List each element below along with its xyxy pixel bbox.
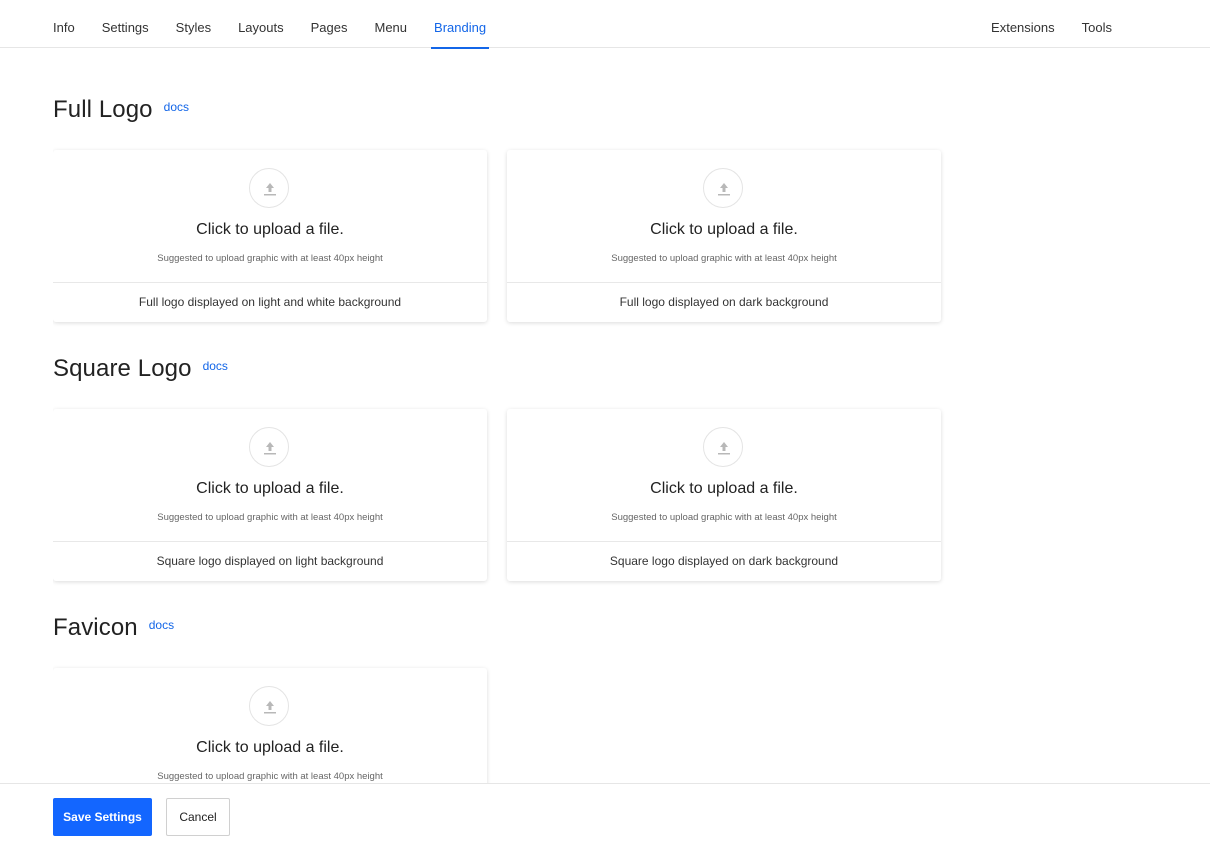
upload-hint: Suggested to upload graphic with at leas… [611, 512, 837, 523]
section-full-logo: Full Logo docs Click to upload a file. S… [53, 96, 943, 322]
upload-icon [703, 427, 743, 467]
card-caption: Square logo displayed on light backgroun… [156, 554, 384, 568]
upload-card-full-logo-dark[interactable]: Click to upload a file. Suggested to upl… [507, 150, 941, 322]
docs-link[interactable]: docs [149, 618, 174, 632]
upload-hint: Suggested to upload graphic with at leas… [157, 253, 383, 264]
nav-left-group: Info Settings Styles Layouts Pages Menu … [53, 0, 513, 49]
section-header: Square Logo docs [53, 355, 943, 385]
tab-branding[interactable]: Branding [431, 0, 490, 49]
upload-hint: Suggested to upload graphic with at leas… [611, 253, 837, 264]
upload-dropzone[interactable]: Click to upload a file. Suggested to upl… [53, 150, 487, 283]
upload-dropzone[interactable]: Click to upload a file. Suggested to upl… [507, 409, 941, 542]
card-caption: Full logo displayed on light and white b… [138, 295, 402, 309]
section-title: Square Logo [53, 355, 192, 382]
footer-actions: Save Settings Cancel [0, 783, 1210, 844]
upload-dropzone[interactable]: Click to upload a file. Suggested to upl… [53, 668, 487, 783]
tab-pages[interactable]: Pages [311, 0, 348, 48]
cancel-button[interactable]: Cancel [166, 798, 230, 836]
nav-right-group: Extensions Tools [964, 0, 1112, 48]
section-square-logo: Square Logo docs Click to upload a file.… [53, 355, 943, 581]
upload-title: Click to upload a file. [196, 739, 344, 756]
tab-tools[interactable]: Tools [1082, 0, 1112, 48]
card-caption: Square logo displayed on dark background [609, 554, 839, 568]
section-title: Full Logo [53, 96, 153, 123]
card-caption: Full logo displayed on dark background [619, 295, 829, 309]
upload-dropzone[interactable]: Click to upload a file. Suggested to upl… [507, 150, 941, 283]
upload-cards: Click to upload a file. Suggested to upl… [53, 150, 961, 322]
tab-info[interactable]: Info [53, 0, 75, 48]
upload-title: Click to upload a file. [196, 480, 344, 497]
upload-icon [249, 427, 289, 467]
upload-cards: Click to upload a file. Suggested to upl… [53, 409, 961, 581]
save-settings-button[interactable]: Save Settings [53, 798, 152, 836]
upload-card-square-logo-dark[interactable]: Click to upload a file. Suggested to upl… [507, 409, 941, 581]
tab-menu[interactable]: Menu [375, 0, 408, 48]
section-header: Favicon docs [53, 614, 943, 644]
upload-icon [703, 168, 743, 208]
branding-content: Full Logo docs Click to upload a file. S… [53, 48, 1153, 783]
upload-title: Click to upload a file. [650, 480, 798, 497]
section-favicon: Favicon docs Click to upload a file. Sug… [53, 614, 943, 783]
docs-link[interactable]: docs [164, 100, 189, 114]
section-header: Full Logo docs [53, 96, 943, 126]
upload-card-square-logo-light[interactable]: Click to upload a file. Suggested to upl… [53, 409, 487, 581]
upload-title: Click to upload a file. [196, 221, 344, 238]
upload-icon [249, 686, 289, 726]
docs-link[interactable]: docs [203, 359, 228, 373]
tab-layouts[interactable]: Layouts [238, 0, 284, 48]
top-navigation: Info Settings Styles Layouts Pages Menu … [0, 0, 1210, 49]
upload-hint: Suggested to upload graphic with at leas… [157, 771, 383, 782]
tab-settings[interactable]: Settings [102, 0, 149, 48]
upload-hint: Suggested to upload graphic with at leas… [157, 512, 383, 523]
upload-card-full-logo-light[interactable]: Click to upload a file. Suggested to upl… [53, 150, 487, 322]
upload-dropzone[interactable]: Click to upload a file. Suggested to upl… [53, 409, 487, 542]
upload-cards: Click to upload a file. Suggested to upl… [53, 668, 507, 783]
upload-title: Click to upload a file. [650, 221, 798, 238]
section-title: Favicon [53, 614, 138, 641]
tab-extensions[interactable]: Extensions [991, 0, 1055, 48]
upload-icon [249, 168, 289, 208]
upload-card-favicon[interactable]: Click to upload a file. Suggested to upl… [53, 668, 487, 783]
tab-styles[interactable]: Styles [176, 0, 211, 48]
